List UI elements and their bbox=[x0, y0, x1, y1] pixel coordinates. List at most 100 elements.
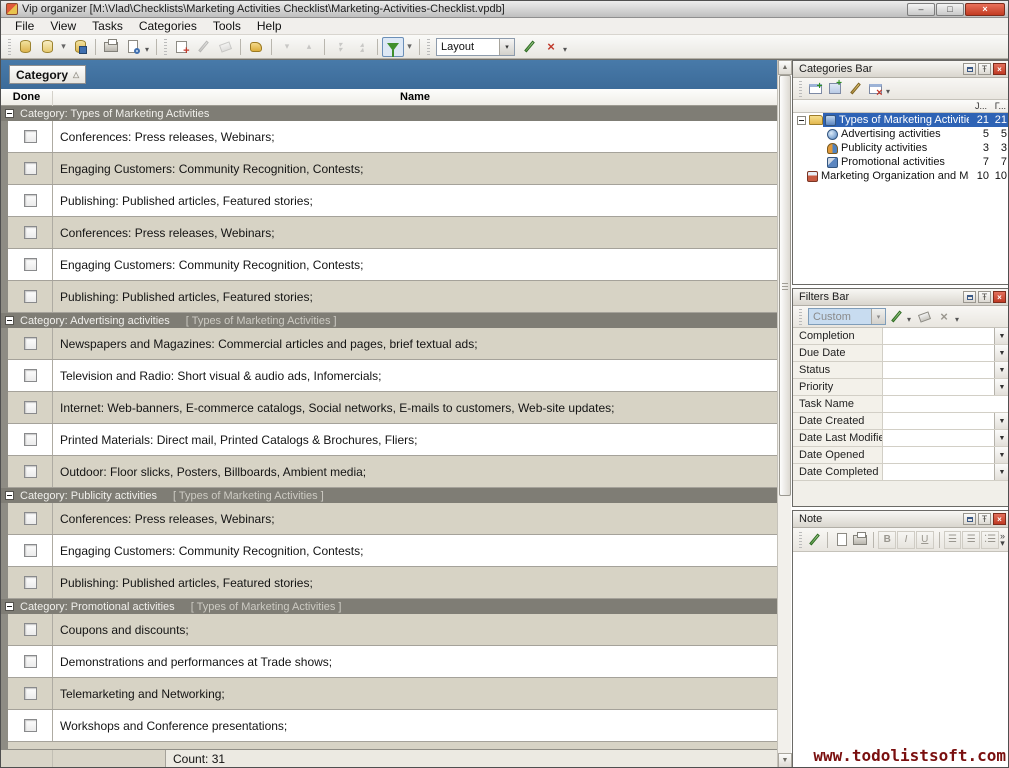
filter-value-cell[interactable] bbox=[883, 447, 994, 463]
collapse-icon[interactable] bbox=[5, 109, 14, 118]
panel-pin-button[interactable]: Ŧ bbox=[978, 513, 991, 525]
panel-close-button[interactable]: × bbox=[993, 513, 1006, 525]
edit-filter-dropdown[interactable]: ▾ bbox=[907, 315, 911, 324]
task-row[interactable]: Engaging Customers: Community Recognitio… bbox=[8, 153, 777, 185]
layout-combo[interactable]: Layout ▾ bbox=[436, 38, 515, 56]
task-row[interactable]: Television and Radio: Short visual & aud… bbox=[8, 360, 777, 392]
print-overflow[interactable]: ▾ bbox=[145, 45, 149, 54]
task-row[interactable]: Workshops and Conference presentations; bbox=[8, 710, 777, 742]
category-item[interactable]: Types of Marketing Activities2121 bbox=[793, 113, 1009, 127]
filter-value-cell[interactable] bbox=[883, 345, 994, 361]
task-checkbox[interactable] bbox=[24, 369, 37, 382]
column-header-done[interactable]: Done bbox=[1, 91, 53, 106]
task-row[interactable]: Telemarketing and Networking; bbox=[8, 678, 777, 710]
note-toolbar-more[interactable]: »▾ bbox=[1000, 533, 1005, 547]
task-checkbox[interactable] bbox=[24, 465, 37, 478]
menu-help[interactable]: Help bbox=[249, 18, 290, 34]
filter-value-cell[interactable] bbox=[883, 396, 1009, 412]
task-row[interactable]: Internet: Web-banners, E-commerce catalo… bbox=[8, 392, 777, 424]
edit-note-button[interactable] bbox=[805, 531, 824, 549]
filter-dropdown-button[interactable]: ▼ bbox=[994, 413, 1009, 429]
preview-note-button[interactable] bbox=[832, 531, 851, 549]
filter-dropdown[interactable]: ▾ bbox=[404, 37, 415, 57]
list-scrollbar[interactable]: ▲ ▼ bbox=[777, 60, 791, 768]
group-by-category-button[interactable]: Category △ bbox=[9, 65, 86, 84]
task-checkbox[interactable] bbox=[24, 576, 37, 589]
task-checkbox[interactable] bbox=[24, 719, 37, 732]
delete-task-button[interactable] bbox=[214, 37, 236, 57]
filter-value-cell[interactable] bbox=[883, 379, 994, 395]
category-item[interactable]: Advertising activities55 bbox=[793, 127, 1009, 141]
filter-preset-dropdown[interactable]: ▾ bbox=[871, 309, 885, 324]
move-bottom-button[interactable]: ▾▾ bbox=[329, 37, 351, 57]
task-row[interactable]: Printed Materials: Direct mail, Printed … bbox=[8, 424, 777, 456]
filter-value-cell[interactable] bbox=[883, 362, 994, 378]
task-row[interactable]: Demonstrations and performances at Trade… bbox=[8, 646, 777, 678]
delete-layout-button[interactable]: × bbox=[540, 37, 562, 57]
new-subcategory-button[interactable] bbox=[825, 80, 845, 98]
task-row[interactable]: Outdoor: Floor slicks, Posters, Billboar… bbox=[8, 456, 777, 488]
bold-button[interactable]: B bbox=[878, 531, 896, 549]
complete-task-button[interactable] bbox=[245, 37, 267, 57]
filter-dropdown-button[interactable]: ▼ bbox=[994, 430, 1009, 446]
task-checkbox[interactable] bbox=[24, 512, 37, 525]
scroll-down-button[interactable]: ▼ bbox=[778, 753, 792, 768]
count-column-2[interactable]: Г... bbox=[995, 101, 1006, 111]
task-checkbox[interactable] bbox=[24, 194, 37, 207]
task-checkbox[interactable] bbox=[24, 687, 37, 700]
align-left-button[interactable]: ☰ bbox=[944, 531, 962, 549]
task-checkbox[interactable] bbox=[24, 258, 37, 271]
task-row[interactable]: Publishing: Published articles, Featured… bbox=[8, 281, 777, 313]
panel-pin-button[interactable]: Ŧ bbox=[978, 291, 991, 303]
scroll-up-button[interactable]: ▲ bbox=[778, 60, 792, 75]
menu-view[interactable]: View bbox=[42, 18, 84, 34]
collapse-icon[interactable] bbox=[5, 602, 14, 611]
open-database-button[interactable] bbox=[36, 37, 58, 57]
filter-dropdown-button[interactable]: ▼ bbox=[994, 345, 1009, 361]
delete-filter-button[interactable]: × bbox=[934, 308, 954, 326]
filter-preset-combo[interactable]: Custom ▾ bbox=[808, 308, 886, 325]
task-row[interactable]: Publishing: Published articles, Featured… bbox=[8, 567, 777, 599]
open-database-dropdown[interactable]: ▾ bbox=[58, 37, 69, 57]
task-checkbox[interactable] bbox=[24, 226, 37, 239]
menu-file[interactable]: File bbox=[7, 18, 42, 34]
new-database-button[interactable] bbox=[14, 37, 36, 57]
bullet-list-button[interactable]: ⁚☰ bbox=[981, 531, 999, 549]
filter-dropdown-button[interactable]: ▼ bbox=[994, 447, 1009, 463]
collapse-icon[interactable] bbox=[797, 116, 806, 125]
filter-dropdown-button[interactable]: ▼ bbox=[994, 464, 1009, 480]
panel-restore-button[interactable] bbox=[963, 513, 976, 525]
align-justify-button[interactable]: ☰ bbox=[962, 531, 980, 549]
move-top-button[interactable]: ▴▴ bbox=[351, 37, 373, 57]
filter-value-cell[interactable] bbox=[883, 413, 994, 429]
task-row[interactable]: Engaging Customers: Community Recognitio… bbox=[8, 249, 777, 281]
task-checkbox[interactable] bbox=[24, 130, 37, 143]
filter-value-cell[interactable] bbox=[883, 430, 994, 446]
task-checkbox[interactable] bbox=[24, 433, 37, 446]
edit-filter-button[interactable] bbox=[886, 308, 906, 326]
group-header[interactable]: Category: Publicity activities[ Types of… bbox=[1, 488, 777, 503]
filter-dropdown-button[interactable]: ▼ bbox=[994, 362, 1009, 378]
move-down-button[interactable]: ▾ bbox=[276, 37, 298, 57]
task-checkbox[interactable] bbox=[24, 337, 37, 350]
filter-value-cell[interactable] bbox=[883, 464, 994, 480]
print-preview-button[interactable] bbox=[122, 37, 144, 57]
filter-dropdown-button[interactable]: ▼ bbox=[994, 328, 1009, 344]
delete-category-button[interactable] bbox=[865, 80, 885, 98]
filter-value-cell[interactable] bbox=[883, 328, 994, 344]
clear-filter-button[interactable] bbox=[914, 308, 934, 326]
task-row[interactable]: Publishing: Published articles, Featured… bbox=[8, 185, 777, 217]
scrollbar-thumb[interactable] bbox=[779, 75, 791, 496]
new-category-button[interactable] bbox=[805, 80, 825, 98]
group-header[interactable]: Category: Advertising activities[ Types … bbox=[1, 313, 777, 328]
save-database-button[interactable] bbox=[69, 37, 91, 57]
task-checkbox[interactable] bbox=[24, 290, 37, 303]
maximize-button[interactable]: □ bbox=[936, 3, 964, 16]
print-button[interactable] bbox=[100, 37, 122, 57]
filters-toolbar-overflow[interactable]: ▾ bbox=[955, 315, 959, 324]
menu-tasks[interactable]: Tasks bbox=[84, 18, 131, 34]
filter-dropdown-button[interactable]: ▼ bbox=[994, 379, 1009, 395]
underline-button[interactable]: U bbox=[916, 531, 934, 549]
menu-categories[interactable]: Categories bbox=[131, 18, 205, 34]
print-note-button[interactable] bbox=[851, 531, 870, 549]
